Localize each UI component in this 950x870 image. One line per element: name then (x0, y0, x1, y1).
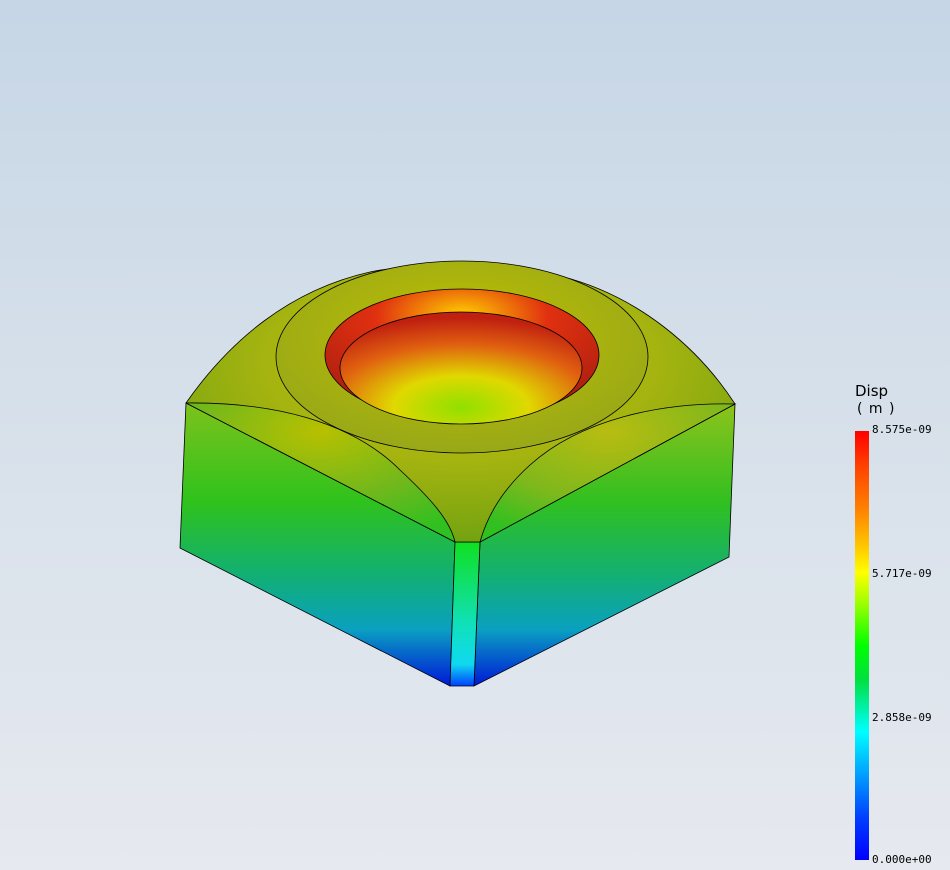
square-nut-displacement-model[interactable] (0, 0, 950, 870)
graphics-viewport[interactable]: Disp ( m ) 8.575e-09 5.717e-09 2.858e-09… (0, 0, 950, 870)
hole-inner-bore (339, 311, 583, 425)
